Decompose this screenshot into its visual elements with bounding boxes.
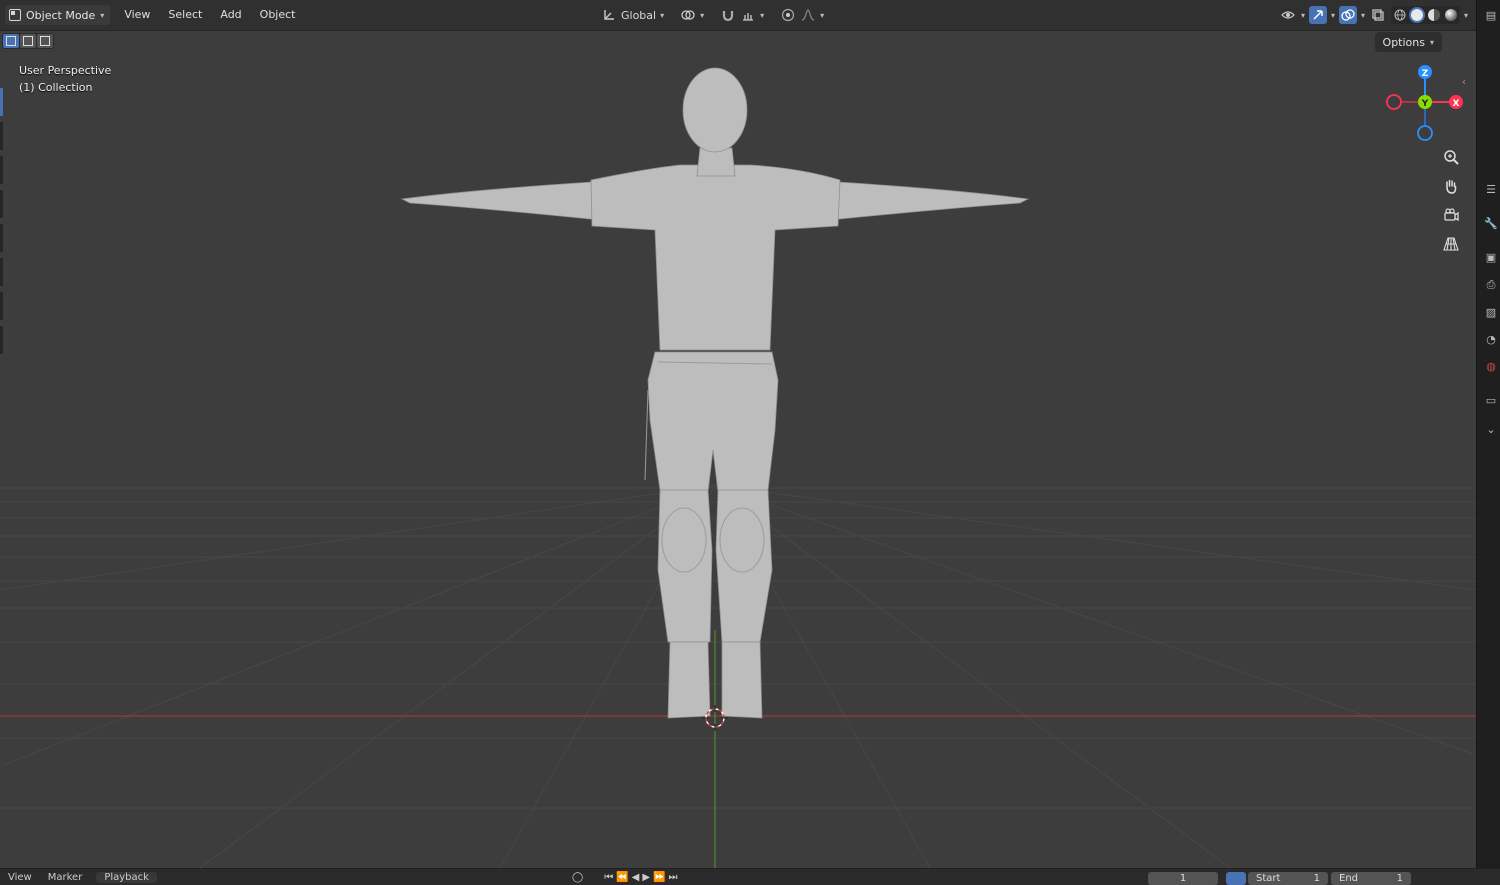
timeline-header: View Marker Playback ◯ ⏮ ⏪ ◀ ▶ ⏩ ⏭ 1 Sta… [0,868,1500,885]
chevron-down-icon[interactable]: ⌄ [1482,420,1500,438]
character-model [400,67,1030,719]
menu-view[interactable]: View [110,0,159,30]
options-label: Options [1382,35,1425,49]
orientation-label: Global [621,8,657,22]
chevron-down-icon[interactable]: ▾ [1301,11,1305,20]
overlays-toggle-icon[interactable] [1338,6,1357,24]
end-value: 1 [1396,873,1403,884]
viewport-info-text: User Perspective (1) Collection [19,62,111,96]
view-name: User Perspective [19,64,112,77]
interaction-mode-dropdown[interactable]: Object Mode ▾ [5,5,111,25]
transform-orientation-dropdown[interactable]: Global ▾ [597,5,668,25]
camera-view-icon[interactable] [1439,205,1463,225]
xray-toggle-icon[interactable] [1369,6,1387,24]
shading-mode-group [1390,6,1460,24]
viewport-display-tools: ▾ ▾ ▾ ▾ [1279,5,1468,25]
orientation-icon [601,7,617,23]
gizmo-x-label: X [1453,99,1460,109]
snap-increment-icon [740,7,756,23]
chevron-down-icon: ▾ [100,10,105,20]
transform-tools: Global ▾ ▾ ▾ ▾ [597,5,828,25]
wireframe-shading-icon[interactable] [1392,7,1408,23]
tool-settings-bar: Options ▾ [0,31,1476,53]
jump-start-icon[interactable]: ⏮ [604,872,613,883]
gizmo-toggle-icon[interactable] [1308,6,1327,24]
start-value: 1 [1313,873,1320,884]
toolbar-collapsed[interactable] [0,88,3,408]
chevron-down-icon: ▾ [820,10,825,20]
zoom-icon[interactable] [1439,147,1463,167]
perspective-ortho-grid-icon[interactable] [1439,234,1463,254]
current-frame-field[interactable]: 1 [1148,872,1218,885]
properties-tab-strip: ▤ ☰ 🔧 ▣ ⎙ ▨ ◔ ◍ ▭ ⌄ [1476,0,1500,868]
collection-properties-icon[interactable]: ▭ [1482,391,1500,409]
mode-label: Object Mode [26,8,96,22]
timeline-menu-view[interactable]: View [0,872,40,883]
pivot-point-dropdown[interactable]: ▾ [676,5,708,25]
viewport-header: Object Mode ▾ View Select Add Object Glo… [0,0,1476,31]
timeline-menu-playback[interactable]: Playback [96,871,157,883]
snap-toggle[interactable]: ▾ [716,5,768,25]
3d-viewport[interactable]: User Perspective (1) Collection Z X Y ‹ [0,30,1476,868]
auto-keying-icon[interactable]: ◯ [572,872,583,883]
magnet-icon [720,7,736,23]
start-frame-field[interactable]: Start 1 [1248,872,1328,885]
visibility-eye-icon[interactable] [1279,6,1297,24]
navigation-gizmo[interactable]: Z X Y [1382,65,1472,145]
output-properties-icon[interactable]: ⎙ [1482,276,1500,294]
current-frame-value: 1 [1179,873,1187,884]
chevron-down-icon[interactable]: ▾ [1361,11,1365,20]
material-preview-icon[interactable] [1426,7,1442,23]
falloff-curve-icon [800,7,816,23]
rendered-shading-icon[interactable] [1443,7,1459,23]
end-label: End [1339,873,1359,884]
playback-controls: ◯ ⏮ ⏪ ◀ ▶ ⏩ ⏭ [572,872,678,883]
floor-grid [0,67,1476,868]
active-collection: (1) Collection [19,81,93,94]
menu-add[interactable]: Add [211,0,250,30]
play-reverse-icon[interactable]: ◀ [632,872,640,883]
jump-end-icon[interactable]: ⏭ [669,872,678,883]
view-layer-icon[interactable]: ▨ [1482,303,1500,321]
prev-keyframe-icon[interactable]: ⏪ [616,872,628,883]
proportional-editing-icon [780,7,796,23]
chevron-down-icon: ▾ [1429,37,1434,47]
timeline-menu-marker[interactable]: Marker [40,872,91,883]
chevron-down-icon: ▾ [760,10,765,20]
select-extend-icon[interactable] [20,34,36,48]
object-mode-icon [9,9,21,21]
chevron-down-icon: ▾ [660,10,665,20]
tool-settings-icon[interactable]: 🔧 [1482,214,1500,232]
select-subtract-icon[interactable] [37,34,53,48]
end-frame-field[interactable]: End 1 [1331,872,1411,885]
chevron-left-icon[interactable]: ‹ [1462,77,1466,88]
pan-hand-icon[interactable] [1439,176,1463,196]
proportional-editing-toggle[interactable]: ▾ [776,5,828,25]
scene-properties-icon[interactable]: ◔ [1482,330,1500,348]
properties-editor-icon[interactable]: ☰ [1482,180,1500,198]
menu-select[interactable]: Select [159,0,211,30]
preview-range-icon[interactable] [1226,872,1246,885]
solid-shading-icon[interactable] [1408,7,1425,23]
menu-object[interactable]: Object [251,0,305,30]
viewport-navigation-buttons [1439,147,1463,254]
gizmo-y-label: Y [1421,99,1429,109]
select-new-icon[interactable] [3,34,19,48]
gizmo-z-label: Z [1422,69,1429,79]
world-properties-icon[interactable]: ◍ [1482,357,1500,375]
editor-type-icon[interactable]: ▤ [1482,6,1500,24]
selection-mode-group [2,33,54,49]
next-keyframe-icon[interactable]: ⏩ [653,872,665,883]
pivot-icon [680,7,696,23]
chevron-down-icon[interactable]: ▾ [1464,11,1468,20]
start-label: Start [1256,873,1281,884]
chevron-down-icon[interactable]: ▾ [1331,11,1335,20]
play-icon[interactable]: ▶ [642,872,650,883]
render-properties-icon[interactable]: ▣ [1482,248,1500,266]
chevron-down-icon: ▾ [700,10,705,20]
options-dropdown[interactable]: Options ▾ [1374,32,1442,52]
